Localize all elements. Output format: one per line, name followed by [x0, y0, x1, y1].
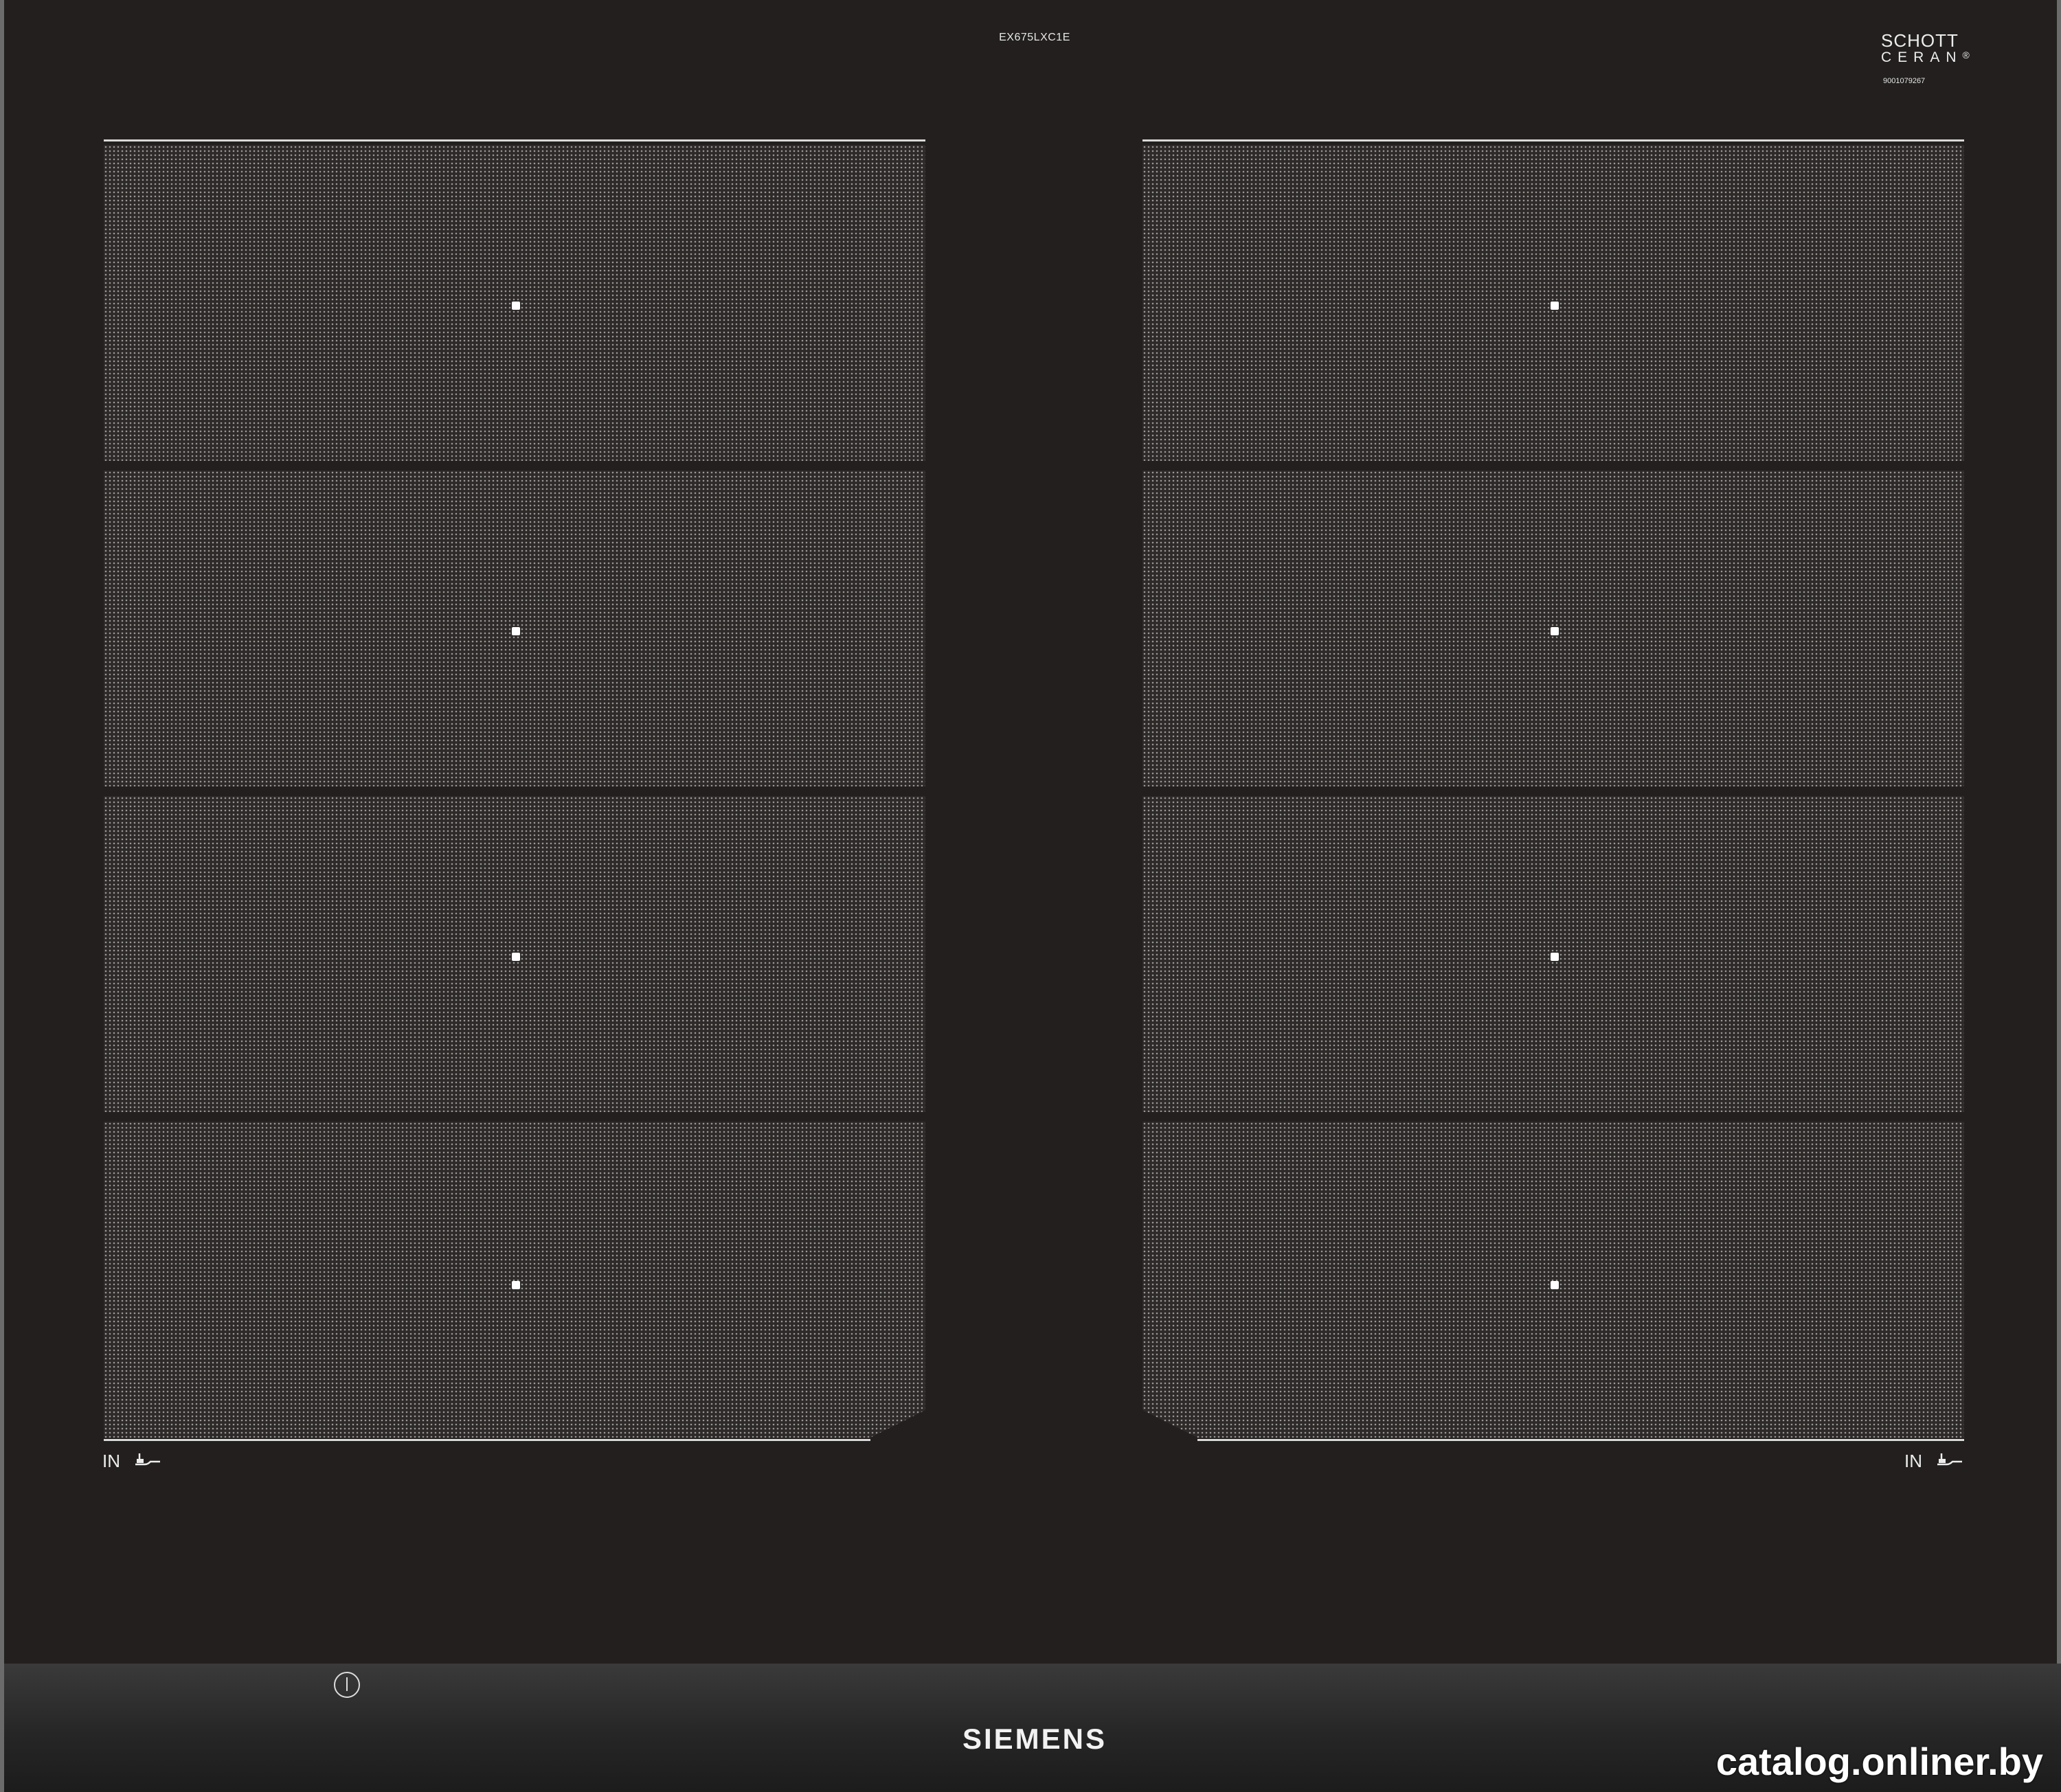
logo-line1: SCHOTT [1881, 30, 1959, 51]
right-zone-2[interactable] [1142, 470, 1964, 786]
zone-center-marker [512, 953, 520, 961]
left-cooking-field [104, 139, 925, 1579]
right-induction-indicator: IN [1904, 1451, 1963, 1472]
zone-center-marker [1551, 627, 1559, 635]
cooktop: EX675LXC1E SCHOTT CERAN® 9001079267 IN I… [0, 0, 2061, 1792]
left-zone-3[interactable] [104, 796, 925, 1112]
power-icon[interactable] [334, 1672, 360, 1698]
left-zone-1[interactable] [104, 145, 925, 461]
right-zone-3[interactable] [1142, 796, 1964, 1112]
schott-ceran-logo: SCHOTT CERAN® [1881, 32, 1970, 65]
watermark: catalog.onliner.by [1715, 1740, 2043, 1783]
left-zone-4[interactable] [104, 1122, 925, 1438]
zone-center-marker [512, 627, 520, 635]
field-top-line [104, 139, 925, 141]
field-bottom-line [104, 1439, 870, 1441]
zone-center-marker [1551, 1281, 1559, 1289]
logo-reg-mark: ® [1962, 49, 1970, 60]
field-bottom-line [1197, 1439, 1964, 1441]
model-code: EX675LXC1E [999, 32, 1070, 43]
zone-center-marker [1551, 953, 1559, 961]
right-cooking-field [1142, 139, 1964, 1579]
serial-number: 9001079267 [1883, 77, 1926, 85]
right-zone-4[interactable] [1142, 1122, 1964, 1438]
zone-center-marker [1551, 302, 1559, 310]
right-zone-1[interactable] [1142, 145, 1964, 461]
zone-center-marker [512, 302, 520, 310]
left-induction-indicator: IN [102, 1451, 161, 1472]
pot-icon [1935, 1452, 1963, 1471]
zone-center-marker [512, 1281, 520, 1289]
pot-icon [133, 1452, 161, 1471]
in-label: IN [102, 1451, 120, 1471]
left-zone-2[interactable] [104, 470, 925, 786]
in-label: IN [1904, 1451, 1922, 1471]
field-top-line [1142, 139, 1964, 141]
logo-line2: CERAN [1881, 49, 1963, 65]
